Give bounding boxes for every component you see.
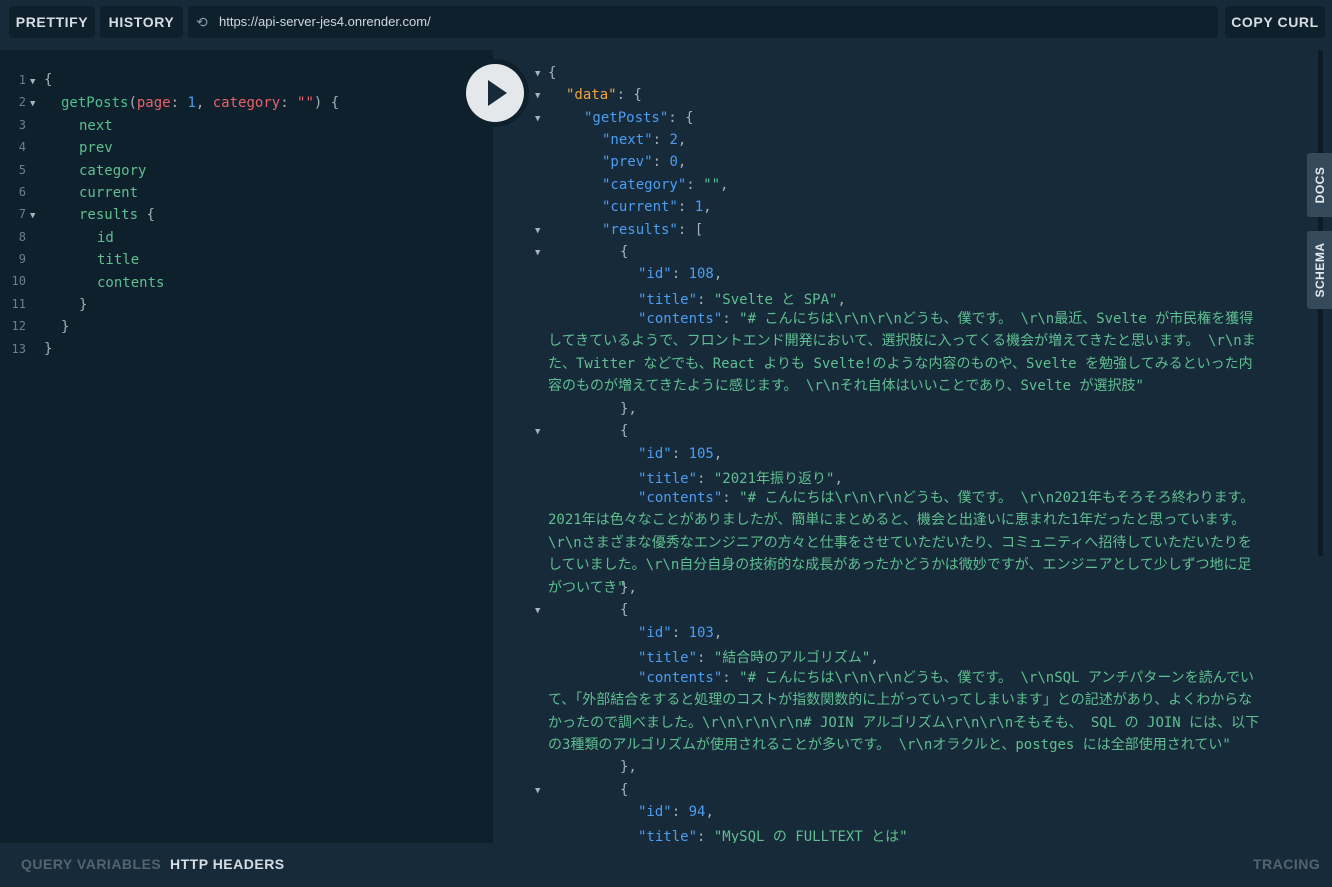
code-line[interactable]: category (79, 163, 146, 179)
json-line: "current": 1, (602, 199, 712, 215)
history-button[interactable]: HISTORY (100, 6, 183, 38)
line-number: 10 (11, 274, 26, 288)
json-line: "id": 108, (638, 266, 723, 282)
code-line[interactable]: { (44, 72, 52, 88)
code-line[interactable]: } (79, 297, 87, 313)
fold-arrow-icon[interactable]: ▼ (535, 91, 540, 101)
json-line: "next": 2, (602, 132, 687, 148)
line-number: 3 (18, 118, 26, 132)
code-line[interactable]: id (97, 230, 114, 246)
json-line: "category": "", (602, 177, 729, 193)
json-line: "title": "結合時のアルゴリズム", (638, 650, 879, 666)
line-number: 13 (11, 342, 26, 356)
json-line: }, (620, 401, 637, 417)
fold-arrow-icon[interactable]: ▼ (535, 248, 540, 258)
line-number: 12 (11, 319, 26, 333)
json-line: "contents": "# こんにちは\r\n\r\nどうも、僕です。 \r\… (548, 311, 1256, 395)
code-line[interactable]: results { (79, 207, 155, 223)
json-line: }, (620, 580, 637, 596)
json-line: "title": "2021年振り返り", (638, 471, 843, 487)
prettify-button[interactable]: PRETTIFY (9, 6, 95, 38)
schema-tab[interactable]: SCHEMA (1307, 231, 1332, 309)
endpoint-url-input[interactable]: ⟲ https://api-server-jes4.onrender.com/ (188, 6, 1218, 38)
code-line[interactable]: prev (79, 140, 113, 156)
line-number: 7 (18, 207, 26, 221)
fold-arrow-icon[interactable]: ▼ (535, 786, 540, 796)
tracing-tab[interactable]: TRACING (1253, 856, 1320, 872)
line-number: 5 (18, 163, 26, 177)
code-line[interactable]: } (61, 319, 69, 335)
json-line: { (620, 423, 629, 439)
line-number: 9 (18, 252, 26, 266)
code-line[interactable]: contents (97, 275, 164, 291)
json-line: { (548, 65, 557, 81)
json-line: "data": { (566, 87, 642, 103)
json-line: { (620, 782, 629, 798)
json-line: "id": 94, (638, 804, 714, 820)
http-headers-tab[interactable]: HTTP HEADERS (170, 856, 285, 872)
query-editor[interactable] (0, 50, 493, 843)
code-line[interactable]: title (97, 252, 139, 268)
json-line: { (620, 244, 629, 260)
query-variables-tab[interactable]: QUERY VARIABLES (21, 856, 161, 872)
json-line: "contents": "# こんにちは\r\n\r\nどうも、僕です。 \r\… (548, 670, 1260, 754)
fold-arrow-icon[interactable]: ▼ (30, 77, 35, 87)
json-line: "results": [ (602, 222, 704, 238)
code-line[interactable]: current (79, 185, 138, 201)
json-line: "id": 103, (638, 625, 723, 641)
json-line: "contents": "# こんにちは\r\n\r\nどうも、僕です。 \r\… (548, 490, 1255, 596)
line-number: 1 (18, 73, 26, 87)
json-line: "prev": 0, (602, 154, 687, 170)
json-line: "title": "Svelte と SPA", (638, 292, 846, 308)
copy-curl-button[interactable]: COPY CURL (1225, 6, 1325, 38)
fold-arrow-icon[interactable]: ▼ (535, 114, 540, 124)
execute-query-button[interactable] (461, 59, 529, 127)
line-number: 11 (11, 297, 26, 311)
docs-tab[interactable]: DOCS (1307, 153, 1332, 217)
fold-arrow-icon[interactable]: ▼ (535, 69, 540, 79)
bottom-panel-bar: QUERY VARIABLES HTTP HEADERS TRACING (0, 843, 1332, 887)
play-icon-background (466, 64, 524, 122)
line-number: 2 (18, 95, 26, 109)
line-number: 4 (18, 140, 26, 154)
line-number: 6 (18, 185, 26, 199)
fold-arrow-icon[interactable]: ▼ (30, 211, 35, 221)
json-line: "getPosts": { (584, 110, 694, 126)
code-line[interactable]: } (44, 341, 52, 357)
line-number: 8 (18, 230, 26, 244)
json-line: "id": 105, (638, 446, 723, 462)
fold-arrow-icon[interactable]: ▼ (535, 427, 540, 437)
play-icon (488, 80, 507, 106)
fold-arrow-icon[interactable]: ▼ (535, 226, 540, 236)
json-line: }, (620, 759, 637, 775)
code-line[interactable]: next (79, 118, 113, 134)
fold-arrow-icon[interactable]: ▼ (535, 606, 540, 616)
toolbar: PRETTIFY HISTORY ⟲ https://api-server-je… (0, 0, 1332, 45)
fold-arrow-icon[interactable]: ▼ (30, 99, 35, 109)
json-line: { (620, 602, 629, 618)
code-line[interactable]: getPosts(page: 1, category: "") { (61, 95, 339, 111)
reload-icon[interactable]: ⟲ (196, 6, 212, 38)
endpoint-url-text: https://api-server-jes4.onrender.com/ (219, 14, 431, 29)
